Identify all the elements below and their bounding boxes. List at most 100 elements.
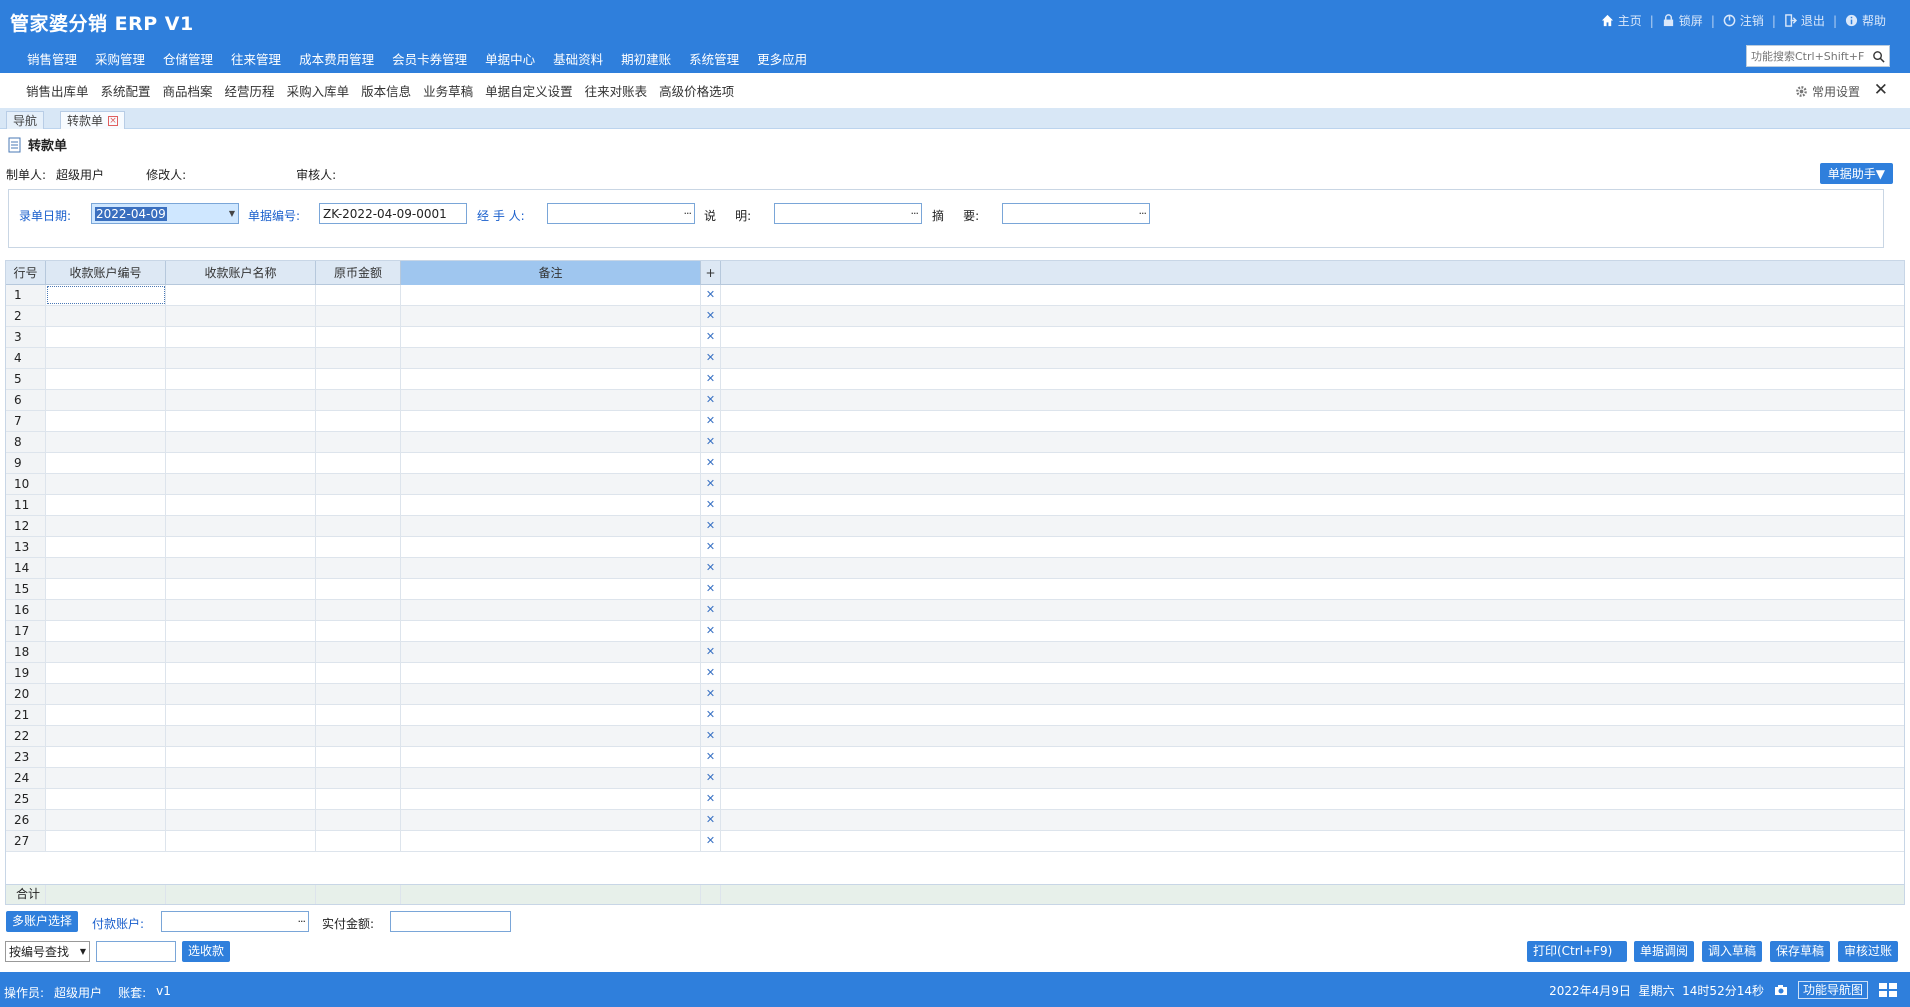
delete-row-icon[interactable]: ✕	[701, 369, 721, 389]
grid-cell[interactable]	[401, 726, 701, 746]
grid-cell[interactable]	[166, 348, 316, 368]
load-draft-button[interactable]: 调入草稿	[1702, 941, 1763, 962]
grid-cell[interactable]	[166, 663, 316, 683]
grid-cell[interactable]	[316, 348, 401, 368]
query-type-select[interactable]: 按编号查找 ▼	[5, 941, 90, 962]
grid-cell[interactable]	[316, 831, 401, 851]
tab-navigation[interactable]: 导航	[6, 111, 45, 129]
grid-cell[interactable]	[316, 705, 401, 725]
delete-row-icon[interactable]: ✕	[701, 789, 721, 809]
delete-row-icon[interactable]: ✕	[701, 684, 721, 704]
grid-cell[interactable]	[46, 789, 166, 809]
chevron-down-icon[interactable]: ▼	[229, 209, 235, 218]
grid-cell[interactable]	[316, 684, 401, 704]
grid-cell[interactable]	[401, 684, 701, 704]
grid-cell[interactable]	[166, 579, 316, 599]
grid-cell[interactable]	[401, 411, 701, 431]
grid-cell[interactable]	[166, 306, 316, 326]
ellipsis-icon[interactable]: ···	[298, 915, 306, 928]
delete-row-icon[interactable]: ✕	[701, 768, 721, 788]
delete-row-icon[interactable]: ✕	[701, 285, 721, 305]
grid-cell[interactable]	[401, 642, 701, 662]
grid-cell[interactable]	[316, 747, 401, 767]
grid-cell[interactable]	[46, 705, 166, 725]
delete-row-icon[interactable]: ✕	[701, 390, 721, 410]
grid-cell[interactable]	[401, 621, 701, 641]
docno-input[interactable]: ZK-2022-04-09-0001	[319, 203, 467, 224]
desc-input[interactable]: ···	[774, 203, 922, 224]
grid-cell[interactable]	[166, 705, 316, 725]
review-post-button[interactable]: 审核过账	[1838, 941, 1899, 962]
quick-price-options[interactable]: 高级价格选项	[653, 81, 740, 100]
grid-cell[interactable]	[166, 558, 316, 578]
grid-cell[interactable]	[46, 495, 166, 515]
grid-cell[interactable]	[46, 474, 166, 494]
pay-account-input[interactable]: ···	[161, 911, 309, 932]
delete-row-icon[interactable]: ✕	[701, 810, 721, 830]
search-icon[interactable]	[1872, 50, 1885, 63]
quick-purchase-in[interactable]: 采购入库单	[281, 81, 356, 100]
delete-row-icon[interactable]: ✕	[701, 411, 721, 431]
logout-link[interactable]: 注销	[1715, 12, 1772, 29]
delete-row-icon[interactable]: ✕	[701, 558, 721, 578]
home-link[interactable]: 主页	[1593, 12, 1650, 29]
date-picker[interactable]: 2022-04-09 ▼	[91, 203, 239, 224]
grid-cell[interactable]	[316, 537, 401, 557]
delete-row-icon[interactable]: ✕	[701, 831, 721, 851]
grid-cell[interactable]	[46, 663, 166, 683]
delete-row-icon[interactable]: ✕	[701, 306, 721, 326]
grid-cell[interactable]	[166, 789, 316, 809]
grid-cell[interactable]	[46, 726, 166, 746]
nav-sales[interactable]: 销售管理	[18, 49, 86, 68]
grid-cell[interactable]	[316, 600, 401, 620]
grid-cell[interactable]	[46, 348, 166, 368]
delete-row-icon[interactable]: ✕	[701, 495, 721, 515]
grid-cell[interactable]	[401, 810, 701, 830]
add-column-button[interactable]: +	[701, 261, 721, 285]
grid-cell[interactable]	[401, 663, 701, 683]
grid-cell[interactable]	[401, 789, 701, 809]
grid-cell[interactable]	[46, 558, 166, 578]
doc-lookup-button[interactable]: 单据调阅	[1634, 941, 1695, 962]
grid-cell[interactable]	[166, 432, 316, 452]
grid-cell[interactable]	[401, 600, 701, 620]
grid-cell[interactable]	[316, 663, 401, 683]
summary-input[interactable]: ···	[1002, 203, 1150, 224]
grid-cell[interactable]	[46, 684, 166, 704]
delete-row-icon[interactable]: ✕	[701, 726, 721, 746]
delete-row-icon[interactable]: ✕	[701, 327, 721, 347]
print-button[interactable]: 打印(Ctrl+F9)	[1527, 941, 1627, 962]
grid-cell[interactable]	[401, 768, 701, 788]
grid-cell[interactable]	[316, 789, 401, 809]
grid-cell[interactable]	[401, 516, 701, 536]
col-account-code[interactable]: 收款账户编号	[46, 261, 166, 285]
ellipsis-icon[interactable]: ···	[684, 207, 692, 220]
grid-cell[interactable]	[316, 768, 401, 788]
nav-accounts[interactable]: 往来管理	[222, 49, 290, 68]
quick-product-archive[interactable]: 商品档案	[157, 81, 219, 100]
grid-cell[interactable]	[316, 327, 401, 347]
grid-cell[interactable]	[166, 390, 316, 410]
grid-cell[interactable]	[46, 432, 166, 452]
help-link[interactable]: 帮助	[1837, 12, 1894, 29]
grid-cell[interactable]	[401, 474, 701, 494]
delete-row-icon[interactable]: ✕	[701, 579, 721, 599]
grid-cell[interactable]	[166, 831, 316, 851]
query-input[interactable]	[96, 941, 176, 962]
doc-helper-button[interactable]: 单据助手▼	[1819, 163, 1893, 184]
grid-cell[interactable]	[166, 768, 316, 788]
quick-reconciliation[interactable]: 往来对账表	[579, 81, 654, 100]
save-draft-button[interactable]: 保存草稿	[1770, 941, 1831, 962]
grid-cell[interactable]	[46, 621, 166, 641]
col-account-name[interactable]: 收款账户名称	[166, 261, 316, 285]
grid-cell[interactable]	[401, 453, 701, 473]
grid-cell[interactable]	[46, 411, 166, 431]
nav-warehouse[interactable]: 仓储管理	[154, 49, 222, 68]
grid-cell[interactable]	[316, 411, 401, 431]
grid-cell[interactable]	[46, 642, 166, 662]
grid-cell[interactable]	[166, 411, 316, 431]
nav-more-apps[interactable]: 更多应用	[748, 49, 816, 68]
lock-screen-link[interactable]: 锁屏	[1654, 12, 1711, 29]
delete-row-icon[interactable]: ✕	[701, 348, 721, 368]
delete-row-icon[interactable]: ✕	[701, 516, 721, 536]
